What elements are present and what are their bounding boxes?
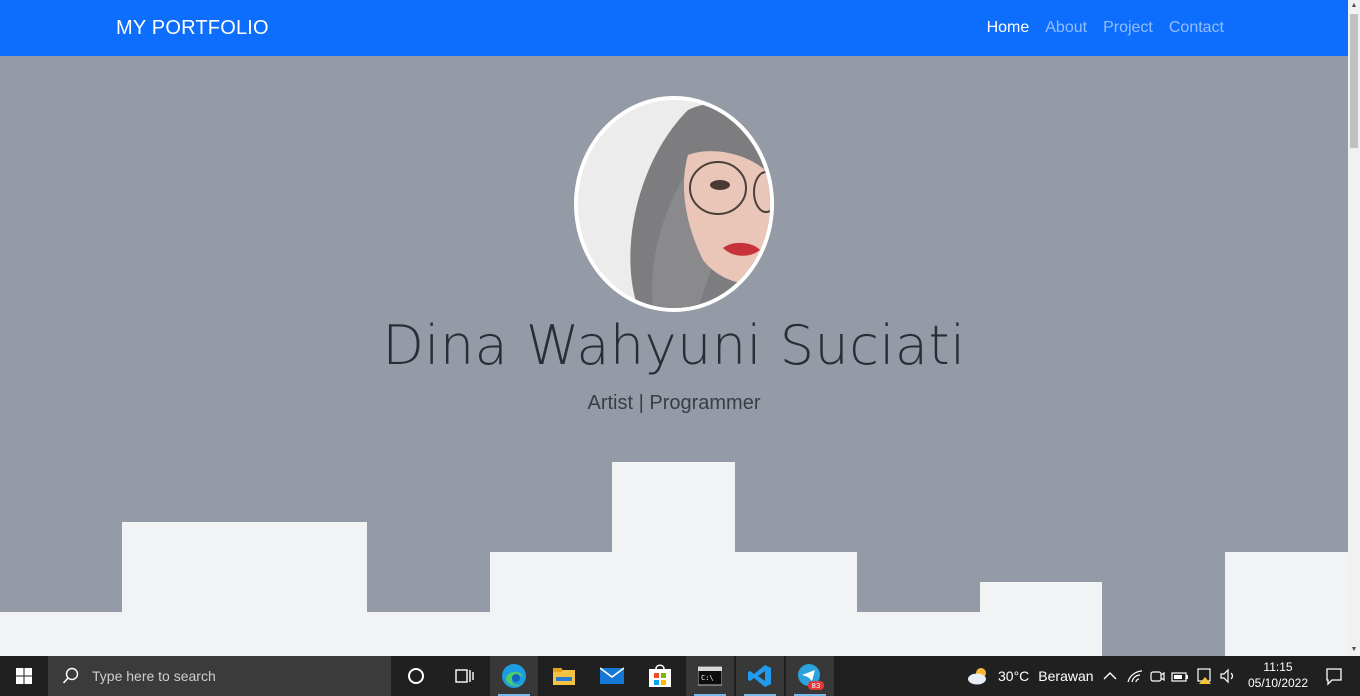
- terminal-icon[interactable]: C:\: [686, 656, 734, 696]
- security-warning-icon[interactable]: [1195, 667, 1213, 685]
- scroll-up-arrow-icon[interactable]: ▲: [1348, 0, 1360, 12]
- task-view-icon[interactable]: [440, 656, 488, 696]
- telegram-icon[interactable]: 83: [786, 656, 834, 696]
- search-placeholder: Type here to search: [92, 668, 216, 684]
- network-icon[interactable]: [1126, 668, 1144, 684]
- svg-text:C:\: C:\: [701, 674, 714, 682]
- brand-logo[interactable]: MY PORTFOLIO: [116, 17, 269, 40]
- windows-logo-icon: [16, 668, 32, 684]
- file-explorer-icon[interactable]: [540, 656, 588, 696]
- mail-icon[interactable]: [588, 656, 636, 696]
- nav-project-link[interactable]: Project: [1103, 19, 1153, 37]
- store-icon[interactable]: [636, 656, 684, 696]
- scroll-thumb[interactable]: [1350, 14, 1358, 148]
- volume-icon[interactable]: [1219, 668, 1237, 684]
- skyline-shape: [0, 462, 1348, 656]
- clock-time: 11:15: [1263, 660, 1293, 674]
- vscode-icon[interactable]: [736, 656, 784, 696]
- windows-taskbar: Type here to search C:\ 83 30°C Berawan: [0, 656, 1360, 696]
- meet-now-icon[interactable]: [1149, 668, 1165, 684]
- chevron-up-icon[interactable]: [1102, 668, 1118, 684]
- nav-contact-link[interactable]: Contact: [1169, 19, 1224, 37]
- cortana-icon[interactable]: [392, 656, 440, 696]
- nav-about-link[interactable]: About: [1045, 19, 1087, 37]
- weather-widget[interactable]: 30°C Berawan: [966, 656, 1094, 696]
- edge-icon[interactable]: [490, 656, 538, 696]
- telegram-badge: 83: [812, 682, 821, 690]
- clock-date: 05/10/2022: [1247, 676, 1309, 690]
- battery-icon[interactable]: [1171, 668, 1189, 684]
- weather-desc: Berawan: [1038, 668, 1094, 684]
- scroll-down-arrow-icon[interactable]: ▼: [1348, 644, 1360, 656]
- taskbar-search-box[interactable]: Type here to search: [48, 656, 391, 696]
- nav-links: Home About Project Contact: [987, 19, 1224, 37]
- notification-center-icon[interactable]: [1310, 656, 1358, 696]
- system-tray: [1102, 656, 1237, 696]
- hero-section: Dina Wahyuni Suciati Artist | Programmer: [0, 56, 1348, 656]
- weather-temp: 30°C: [998, 668, 1030, 684]
- nav-home-link[interactable]: Home: [987, 19, 1030, 37]
- search-icon: [62, 667, 79, 684]
- page-scrollbar[interactable]: ▲ ▼: [1348, 0, 1360, 656]
- cloud-sun-icon: [968, 668, 986, 685]
- navbar: MY PORTFOLIO Home About Project Contact: [0, 0, 1348, 56]
- taskbar-clock[interactable]: 11:15 05/10/2022: [1238, 659, 1318, 691]
- start-button[interactable]: [0, 656, 48, 696]
